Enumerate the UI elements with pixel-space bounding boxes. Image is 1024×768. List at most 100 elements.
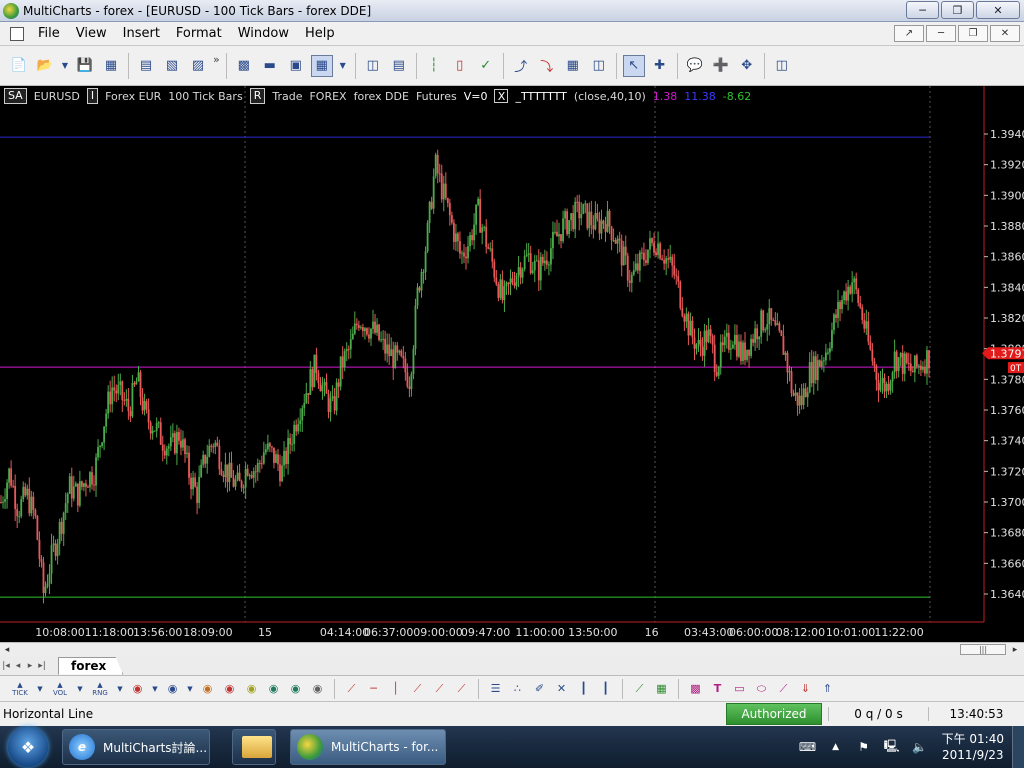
price-label-icon[interactable]: ▩ <box>686 679 705 698</box>
dropdown-arrow-icon[interactable]: ▼ <box>337 55 349 77</box>
mdi-restore-button[interactable]: ❐ <box>958 25 988 42</box>
bar-chart-icon[interactable]: ▩ <box>233 55 255 77</box>
year-resolution-icon[interactable]: ◉ <box>308 679 327 698</box>
volume-icon[interactable]: 🔈 <box>910 739 930 755</box>
month-resolution-icon[interactable]: ◉ <box>264 679 283 698</box>
parallel-lines-icon[interactable]: ⟋ <box>430 679 449 698</box>
document-icon[interactable] <box>10 26 24 41</box>
flag-icon[interactable]: ⚑ <box>854 739 874 755</box>
taskbar-item-explorer[interactable] <box>232 729 276 765</box>
scroll-left-arrow[interactable]: ◂ <box>0 643 14 656</box>
ellipse-tool-icon[interactable]: ⬭ <box>752 679 771 698</box>
strategy-settings-icon[interactable]: ◫ <box>588 55 610 77</box>
open-folder-icon[interactable]: 📂 <box>34 55 56 77</box>
strategy-long-icon[interactable]: ⤴ <box>510 55 532 77</box>
move-tool-icon[interactable]: ✥ <box>736 55 758 77</box>
chart-hscrollbar[interactable]: ◂ ||| ▸ <box>0 642 1024 656</box>
freehand-tool-icon[interactable]: ⟋ <box>774 679 793 698</box>
menu-view[interactable]: View <box>68 26 115 41</box>
mdi-minimize-button[interactable]: ─ <box>926 25 956 42</box>
strategy-report-icon[interactable]: ▦ <box>562 55 584 77</box>
x-box[interactable]: X <box>494 89 509 103</box>
scroll-right-arrow[interactable]: ▸ <box>1008 643 1022 656</box>
tick-chart-icon[interactable]: ▲ TICK <box>8 679 32 698</box>
show-hidden-icons-icon[interactable]: ▲ <box>826 739 846 755</box>
dropdown-arrow-icon[interactable]: ▼ <box>115 679 125 698</box>
minimize-button[interactable]: ─ <box>906 1 939 19</box>
minute-resolution-icon[interactable]: ◉ <box>163 679 182 698</box>
pointer-icon[interactable]: ↖ <box>622 54 645 77</box>
rectangle-tool-icon[interactable]: ▭ <box>730 679 749 698</box>
grid-icon[interactable]: ▦ <box>652 679 671 698</box>
menu-help[interactable]: Help <box>297 26 343 41</box>
quarter-resolution-icon[interactable]: ◉ <box>286 679 305 698</box>
multicharts-app-icon[interactable] <box>3 2 19 19</box>
vertical-line-icon[interactable]: │ <box>386 679 405 698</box>
new-chart-window-icon[interactable]: ▤ <box>135 55 157 77</box>
andrews-pitchfork-icon[interactable]: ⟋ <box>452 679 471 698</box>
data-window-icon[interactable]: ◫ <box>362 55 384 77</box>
taskbar-item-multicharts[interactable]: MultiCharts - for... <box>290 729 446 765</box>
menu-insert[interactable]: Insert <box>115 26 168 41</box>
mdi-float-button[interactable]: ↗ <box>894 25 924 42</box>
new-scanner-window-icon[interactable]: ▧ <box>161 55 183 77</box>
add-point-icon[interactable]: ➕ <box>710 55 732 77</box>
dropdown-arrow-icon[interactable]: ▼ <box>35 679 45 698</box>
indicator-icon[interactable]: ▣ <box>285 55 307 77</box>
new-dom-window-icon[interactable]: ▨ <box>187 55 209 77</box>
hour-resolution-icon[interactable]: ◉ <box>198 679 217 698</box>
range-chart-icon[interactable]: ▲ RNG <box>88 679 112 698</box>
arrow-up-icon[interactable]: ⇑ <box>818 679 837 698</box>
seconds-resolution-icon[interactable]: ◉ <box>128 679 147 698</box>
volume-chart-icon[interactable]: ▲ VOL <box>48 679 72 698</box>
menu-format[interactable]: Format <box>168 26 230 41</box>
dropdown-arrow-icon[interactable]: ▼ <box>150 679 160 698</box>
line-chart-icon[interactable]: ▬ <box>259 55 281 77</box>
trend-line-icon[interactable]: ⟋ <box>342 679 361 698</box>
time-zones-icon[interactable]: ┃ <box>596 679 615 698</box>
checkmark-icon[interactable]: ✓ <box>475 55 497 77</box>
scroll-thumb[interactable]: ||| <box>960 644 1006 655</box>
fibonacci-retracement-icon[interactable]: ☰ <box>486 679 505 698</box>
restore-button[interactable]: ❐ <box>941 1 974 19</box>
regression-channel-icon[interactable]: ⟋ <box>630 679 649 698</box>
close-button[interactable]: ✕ <box>976 1 1020 19</box>
save-icon[interactable]: 💾 <box>74 55 96 77</box>
gann-fan-icon[interactable]: ✕ <box>552 679 571 698</box>
comment-icon[interactable]: 💬 <box>684 55 706 77</box>
menu-window[interactable]: Window <box>230 26 297 41</box>
day-resolution-icon[interactable]: ◉ <box>220 679 239 698</box>
candlestick-icon[interactable]: ▯ <box>449 55 471 77</box>
show-desktop-button[interactable] <box>1012 726 1024 768</box>
arrow-down-icon[interactable]: ⇓ <box>796 679 815 698</box>
i-box[interactable]: I <box>86 88 99 104</box>
horizontal-line-icon[interactable]: ─ <box>364 679 383 698</box>
format-window-icon[interactable]: ▤ <box>388 55 410 77</box>
r-box[interactable]: R <box>249 88 266 104</box>
panel-icon[interactable]: ◫ <box>771 55 793 77</box>
menu-file[interactable]: File <box>30 26 68 41</box>
time-cycles-icon[interactable]: ┃ <box>574 679 593 698</box>
network-icon[interactable]: 🖳 <box>882 739 902 755</box>
dropdown-arrow-icon[interactable]: ▼ <box>75 679 85 698</box>
tab-first-arrow[interactable]: |◂ <box>0 661 12 671</box>
start-button[interactable]: ❖ <box>8 727 48 767</box>
text-tool-icon[interactable]: T <box>708 679 727 698</box>
mdi-close-button[interactable]: ✕ <box>990 25 1020 42</box>
chart-area[interactable]: 1.3940 1.3920 1.3900 1.3880 1.3860 1.3840 1.38… <box>0 86 1024 642</box>
keyboard-icon[interactable]: ⌨ <box>798 739 818 755</box>
taskbar-item-ie[interactable]: e MultiCharts討論... <box>62 729 210 765</box>
price-chart[interactable]: 1.3940 1.3920 1.3900 1.3880 1.3860 1.3840 1.38… <box>0 86 1024 642</box>
tab-next-arrow[interactable]: ▸ <box>24 661 36 671</box>
week-resolution-icon[interactable]: ◉ <box>242 679 261 698</box>
tab-prev-arrow[interactable]: ◂ <box>12 661 24 671</box>
fibonacci-fan-icon[interactable]: ∴ <box>508 679 527 698</box>
sa-dropdown[interactable]: SA <box>4 88 27 104</box>
workspace-icon[interactable]: ▦ <box>100 55 122 77</box>
crosshair-icon[interactable]: ✚ <box>649 55 671 77</box>
dropdown-arrow-icon[interactable]: ▼ <box>185 679 195 698</box>
trend-channel-icon[interactable]: ⟋ <box>408 679 427 698</box>
ohlc-bars-icon[interactable]: ┆ <box>423 55 445 77</box>
toolbar-overflow[interactable]: » <box>213 53 220 66</box>
tab-last-arrow[interactable]: ▸| <box>36 661 48 671</box>
